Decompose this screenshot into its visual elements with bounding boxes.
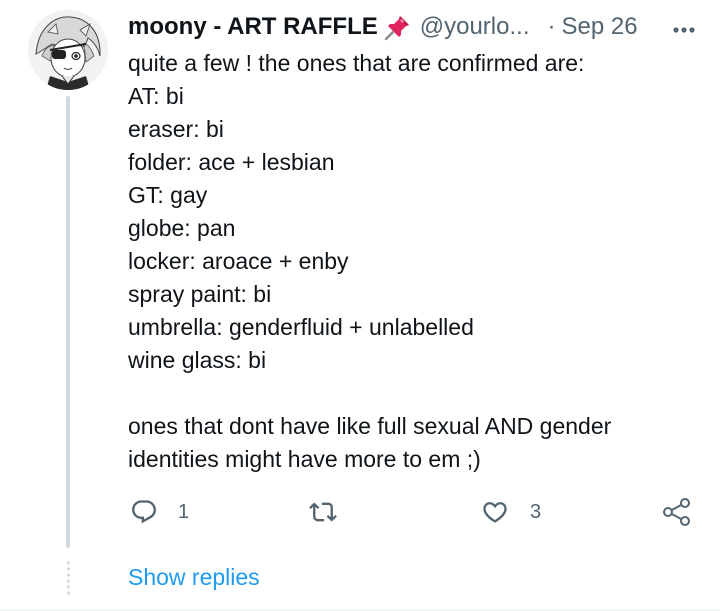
reply-count: 1	[178, 500, 190, 523]
share-icon	[662, 497, 692, 527]
tweet-text-line: folder: ace + lesbian	[128, 149, 335, 175]
tweet-text-line: globe: pan	[128, 215, 236, 241]
avatar-image	[28, 10, 108, 90]
tweet-header: moony - ART RAFFLE @yourlo... · Sep 26	[128, 10, 702, 44]
more-horizontal-icon	[672, 10, 696, 44]
share-button[interactable]	[662, 494, 692, 530]
pushpin-icon	[384, 13, 412, 41]
header-separator: ·	[547, 13, 556, 40]
tweet-text-line: locker: aroace + enby	[128, 248, 349, 274]
thread-line	[66, 96, 70, 548]
show-replies-link[interactable]: Show replies	[128, 560, 260, 594]
author-handle[interactable]: @yourlo...	[420, 10, 530, 44]
retweet-button[interactable]	[308, 494, 360, 530]
retweet-icon	[308, 498, 338, 526]
thread-dots	[67, 560, 70, 596]
heart-icon	[480, 498, 510, 526]
tweet-text-line: spray paint: bi	[128, 281, 272, 307]
tweet-text-line: GT: gay	[128, 182, 208, 208]
tweet-text-line: wine glass: bi	[128, 347, 267, 373]
tweet-actions-bar: 1 3	[128, 494, 698, 530]
reply-icon	[130, 498, 158, 526]
more-options-button[interactable]	[666, 10, 702, 44]
tweet-text-line: umbrella: genderfluid + unlabelled	[128, 314, 474, 340]
like-count: 3	[530, 500, 542, 523]
reply-button[interactable]: 1	[130, 494, 189, 530]
avatar[interactable]	[28, 10, 108, 90]
tweet-text-line: eraser: bi	[128, 116, 224, 142]
tweet-text-line: AT: bi	[128, 83, 184, 109]
tweet-text-line: identities might have more to em ;)	[128, 446, 481, 472]
tweet-text: quite a few ! the ones that are confirme…	[128, 47, 698, 476]
tweet-text-line: ones that dont have like full sexual AND…	[128, 413, 612, 439]
like-button[interactable]: 3	[480, 494, 541, 530]
tweet-text-line: quite a few ! the ones that are confirme…	[128, 50, 585, 76]
tweet-date[interactable]: Sep 26	[561, 10, 637, 44]
author-display-name[interactable]: moony - ART RAFFLE	[128, 10, 378, 44]
